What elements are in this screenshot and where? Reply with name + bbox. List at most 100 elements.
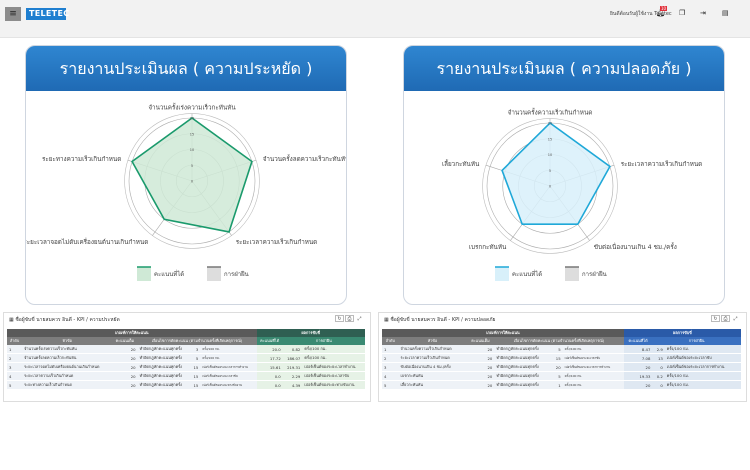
table-cell: เปอร์เซ็นต์ของระยะทางขับงาน bbox=[200, 380, 257, 390]
table-cell: 4 bbox=[382, 371, 399, 381]
table-cell: เบรกกะทันหัน bbox=[398, 371, 467, 381]
panel-tools: ↻ ⎙ ⤢ bbox=[334, 315, 364, 323]
table-row: 1 จำนวนครั้งความเร็วเกินกำหนด 20 ทำผิดกฎหัก… bbox=[382, 345, 741, 354]
column-header: เงื่อนไขการตัดคะแนน (ตามจำนวนครั้งที่เกิ… bbox=[137, 337, 257, 345]
table-cell: ระยะเวลาความเร็วเกินกำหนด bbox=[22, 371, 113, 381]
kpi-table: เกณฑ์การให้คะแนน ผลการขับขี่ ลำดับ หัวข้อ คะ… bbox=[382, 329, 741, 390]
table-cell: 0 bbox=[652, 362, 665, 372]
refresh-button[interactable]: ↻ bbox=[335, 315, 344, 322]
logo[interactable]: TELETEC bbox=[26, 8, 69, 20]
legend-label-violation: การฝ่าฝืน bbox=[224, 270, 249, 278]
table-cell: 2.9 bbox=[652, 345, 665, 354]
panel-title: ▦ ชื่อผู้ขับขี่ นายสมควร อินดี - KPI / ค… bbox=[9, 317, 120, 323]
table-cell: 20 bbox=[623, 362, 653, 372]
column-header: คะแนนที่ได้ bbox=[256, 337, 283, 345]
table-cell: 20 bbox=[112, 371, 138, 381]
safety-radar-chart: จำนวนครั้งความเร็วเกินกำหนดระยะเวลาความเ… bbox=[442, 108, 703, 281]
tick-label: 5 bbox=[549, 169, 551, 173]
column-header: ลำดับ bbox=[382, 337, 399, 345]
table-cell: 20 bbox=[466, 371, 495, 381]
table-cell: เปอร์เซ็นต์ของระยะเวลาขับ bbox=[664, 353, 741, 363]
print-button[interactable]: ⎙ bbox=[721, 315, 730, 322]
top-bar: ≡ TELETEC ยินดีต้อนรับผู้ใช้งาน Teletec … bbox=[0, 0, 750, 38]
table-cell: 20 bbox=[112, 345, 138, 354]
table-cell: ทำผิดกฎหักคะแนนทุกครั้ง bbox=[494, 371, 552, 381]
table-cell: 13 bbox=[652, 353, 665, 363]
table-cell: 20 bbox=[623, 380, 653, 390]
tick-label: 10 bbox=[190, 148, 194, 152]
tick-label: 0 bbox=[549, 185, 551, 189]
table-cell: 20 bbox=[112, 353, 138, 363]
table-cell: เปอร์เซ็นต์ของระยะเวลาทำงาน bbox=[302, 362, 365, 372]
table-cell: ทำผิดกฎหักคะแนนทุกครั้ง bbox=[137, 353, 191, 363]
table-cell: ทำผิดกฎหักคะแนนทุกครั้ง bbox=[494, 345, 552, 354]
kpi-table: เกณฑ์การให้คะแนน ผลการขับขี่ ลำดับ หัวข้อ คะ… bbox=[7, 329, 365, 390]
table-cell: จำนวนครั้งความเร็วเกินกำหนด bbox=[398, 345, 467, 354]
table-cell: ระยะทางความเร็วเกินกำหนด bbox=[22, 380, 113, 390]
table-row: 3 ขับต่อเนื่องนานเกิน 4 ชม./ครั้ง 20 ทำผิดก… bbox=[382, 362, 741, 372]
legend-swatch-violation bbox=[565, 267, 579, 281]
table-cell: 2 bbox=[382, 353, 399, 363]
table-cell: เปอร์เซ็นต์ของระยะเวลาขับ bbox=[200, 371, 257, 381]
copy-icon[interactable]: ❐ bbox=[679, 9, 685, 17]
economy-kpi-panel: ▦ ชื่อผู้ขับขี่ นายสมควร อินดี - KPI / ค… bbox=[3, 312, 371, 402]
table-cell: ทำผิดกฎหักคะแนนทุกครั้ง bbox=[494, 362, 552, 372]
axis-label: จำนวนครั้งความเร็วเกินกำหนด bbox=[508, 108, 593, 117]
table-cell: เปอร์เซ็นต์ของระยะเวลาการทำงาน bbox=[562, 362, 624, 372]
refresh-button[interactable]: ↻ bbox=[711, 315, 720, 322]
table-cell: ครั้ง/100 กม. bbox=[664, 371, 741, 381]
table-cell: 2.29 bbox=[282, 371, 303, 381]
table-cell: ครั้ง/100 กม. bbox=[200, 345, 257, 354]
legend-swatch-violation bbox=[207, 267, 221, 281]
column-header: คะแนนเต็ม bbox=[466, 337, 495, 345]
settings-icon[interactable]: ▤ bbox=[722, 9, 729, 17]
print-button[interactable]: ⎙ bbox=[345, 315, 354, 322]
table-cell: เลี้ยวกะทันหัน bbox=[398, 380, 467, 390]
safety-kpi-panel: ▦ ชื่อผู้ขับขี่ นายสมควร อินดี - KPI / ค… bbox=[378, 312, 747, 402]
table-cell: 5 bbox=[551, 371, 563, 381]
table-cell: ครั้ง/100 กม. bbox=[664, 345, 741, 354]
expand-icon[interactable]: ⤢ bbox=[355, 316, 364, 323]
column-header: หัวข้อ bbox=[22, 337, 113, 345]
table-cell: ครั้ง/100 กม. bbox=[562, 380, 624, 390]
table-cell: 0.82 bbox=[282, 345, 303, 354]
logout-icon[interactable]: ⇥ bbox=[700, 9, 706, 17]
score-series bbox=[501, 121, 611, 226]
table-cell: 5 bbox=[7, 380, 23, 390]
tick-label: 15 bbox=[190, 132, 194, 136]
panel-title: ▦ ชื่อผู้ขับขี่ นายสมควร อินดี - KPI / ค… bbox=[384, 317, 496, 323]
table-cell: 0.0 bbox=[256, 380, 283, 390]
table-cell: เปอร์เซ็นต์ของระยะเวลาขับ bbox=[562, 353, 624, 363]
table-cell: 17.72 bbox=[256, 353, 283, 363]
table-cell: 3 bbox=[190, 345, 201, 354]
column-header: เงื่อนไขการตัดคะแนน (ตามจำนวนครั้งที่เกิ… bbox=[494, 337, 624, 345]
table-cell: ระยะเวลาความเร็วเกินกำหนด bbox=[398, 353, 467, 363]
table-cell: ครั้ง/100 กม. bbox=[664, 380, 741, 390]
table-cell: 1 bbox=[382, 345, 399, 354]
table-cell: 20.0 bbox=[256, 345, 283, 354]
table-cell: 0.2 bbox=[652, 371, 665, 381]
table-cell: ครั้ง/100 กม. bbox=[302, 353, 365, 363]
table-cell: ระยะเวลาจอดไม่ดับเครื่องยนต์นานเกินกำหนด bbox=[22, 362, 113, 372]
expand-icon[interactable]: ⤢ bbox=[731, 316, 740, 323]
table-cell: 3 bbox=[382, 362, 399, 372]
legend-swatch-score bbox=[495, 267, 509, 281]
table-cell: 19.33 bbox=[623, 371, 653, 381]
menu-icon[interactable]: ≡ bbox=[5, 7, 21, 21]
table-row: 3 ระยะเวลาจอดไม่ดับเครื่องยนต์นานเกินกำหน… bbox=[7, 362, 365, 372]
group-header-result: ผลการขับขี่ bbox=[623, 329, 741, 337]
group-header-criteria: เกณฑ์การให้คะแนน bbox=[7, 329, 257, 337]
table-cell: 15.61 bbox=[256, 362, 283, 372]
table-cell: ครั้ง/100 กม. bbox=[562, 345, 624, 354]
table-cell: 219.31 bbox=[282, 362, 303, 372]
column-header: คะแนนที่ได้ bbox=[623, 337, 653, 345]
table-row: 2 จำนวนครั้งลดความเร็วกะทันหัน 20 ทำผิดกฎหั… bbox=[7, 353, 365, 363]
table-cell: 15 bbox=[190, 380, 201, 390]
table-cell: 0.0 bbox=[256, 371, 283, 381]
table-cell: 15 bbox=[190, 371, 201, 381]
axis-label: ระยะเวลาความเร็วเกินกำหนด bbox=[621, 159, 703, 168]
table-cell: ครั้ง/100 กม. bbox=[562, 371, 624, 381]
table-cell: 0 bbox=[652, 380, 665, 390]
table-cell: เปอร์เซ็นต์ของระยะเวลาการทำงาน bbox=[664, 362, 741, 372]
axis-label: ระยะทางความเร็วเกินกำหนด bbox=[42, 154, 121, 163]
